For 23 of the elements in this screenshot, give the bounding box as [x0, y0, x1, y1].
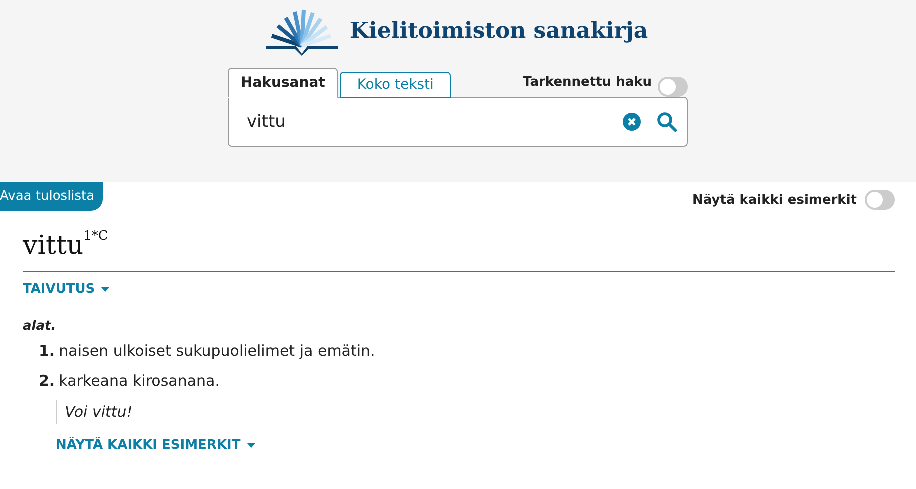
- sense-number: 1.: [39, 342, 56, 360]
- search-tab[interactable]: Hakusanat: [228, 68, 338, 98]
- results-list-button[interactable]: Avaa tuloslista: [0, 182, 103, 211]
- example-text: Voi vittu!: [56, 400, 895, 424]
- toggle-switch[interactable]: [658, 77, 688, 97]
- search-field[interactable]: vittu: [228, 97, 688, 147]
- clear-icon[interactable]: [623, 113, 641, 131]
- toggle-switch[interactable]: [865, 190, 895, 210]
- show-examples-toggle[interactable]: NÄYTÄ KAIKKI ESIMERKIT: [56, 438, 256, 453]
- headword: vittu$^{1*C}$: [23, 231, 895, 272]
- toggle-label: Näytä kaikki esimerkit: [692, 192, 857, 208]
- inflection-toggle[interactable]: TAIVUTUS: [23, 282, 110, 297]
- search-icon[interactable]: [657, 112, 677, 132]
- definition: karkeana kirosanana.: [59, 372, 220, 390]
- caret-icon: [246, 443, 256, 448]
- toggle-label: Tarkennettu haku: [523, 75, 652, 90]
- caret-icon: [101, 287, 110, 292]
- search-input[interactable]: vittu: [245, 111, 607, 133]
- register-label: alat.: [23, 319, 58, 334]
- definition: naisen ulkoiset sukupuolielimet ja emätin.: [59, 342, 376, 360]
- sense-number: 2.: [39, 372, 56, 390]
- site-title: Kielitoimiston sanakirja: [350, 18, 648, 44]
- search-tab[interactable]: Koko teksti: [340, 72, 451, 98]
